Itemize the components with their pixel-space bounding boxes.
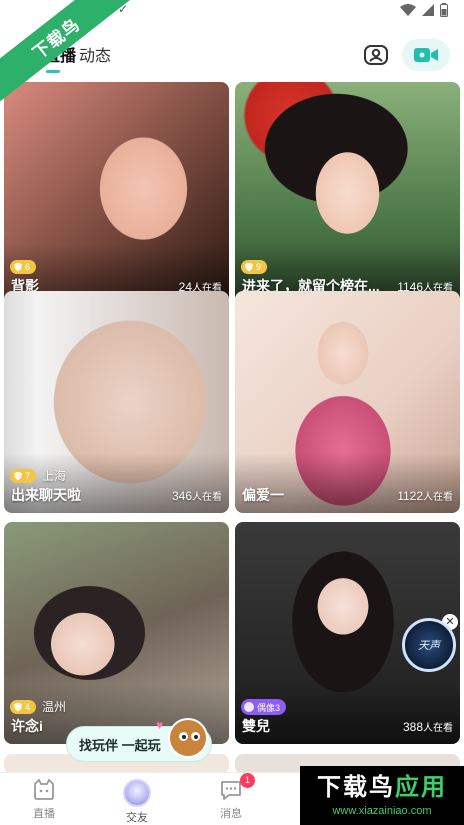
idol-badge: 偶像3 [241,699,287,715]
mascot-icon[interactable] [168,718,208,758]
video-camera-icon [414,48,438,62]
heart-icon: ♥ [156,718,164,732]
status-icons [400,3,448,17]
live-room-card[interactable]: 7 上海 出来聊天啦 346人在看 [4,291,229,513]
live-icon [34,779,54,800]
profile-card-icon[interactable] [363,42,389,68]
nav-item-friends[interactable]: 交友 [107,779,167,825]
room-title: 许念i [11,718,43,734]
battery-icon [440,3,448,17]
live-room-card[interactable]: 偏爱一 1122人在看 [235,291,460,513]
room-city: 温州 [42,700,67,714]
level-badge: 6 [10,260,37,274]
viewer-count: 346人在看 [171,489,222,503]
active-tab-indicator [46,70,60,73]
room-title: 出来聊天啦 [11,487,81,503]
signal-icon [422,4,434,16]
level-badge: 9 [241,260,268,274]
room-city: 上海 [42,469,67,483]
avatar [123,779,151,807]
live-room-card[interactable]: ✕ 天声 偶像3 雙兒 388人在看 [235,522,460,744]
wifi-icon [400,4,416,16]
nav-item-messages[interactable]: 消息 1 [201,773,261,821]
room-title: 偏爱一 [242,487,284,503]
music-disc[interactable]: 天声 [402,618,456,672]
viewer-count: 1122人在看 [397,489,453,503]
live-room-card[interactable]: 6 背影 24人在看 [4,82,229,304]
live-room-card[interactable]: 9 进来了，就留个榜在... 1146人在看 [235,82,460,304]
room-title: 雙兒 [242,718,270,734]
level-badge: 7 [10,469,37,483]
go-live-button[interactable] [402,39,450,71]
live-room-card[interactable]: 4 温州 许念i [4,522,229,744]
level-badge: 4 [10,700,37,714]
nav-item-live[interactable]: 直播 [14,779,74,821]
tab-moments[interactable]: 动态 [79,42,111,66]
unread-badge: 1 [240,773,255,788]
viewer-count: 388人在看 [402,720,453,734]
watermark-logo: 下载鸟应用 www.xiazainiao.com [300,766,464,825]
